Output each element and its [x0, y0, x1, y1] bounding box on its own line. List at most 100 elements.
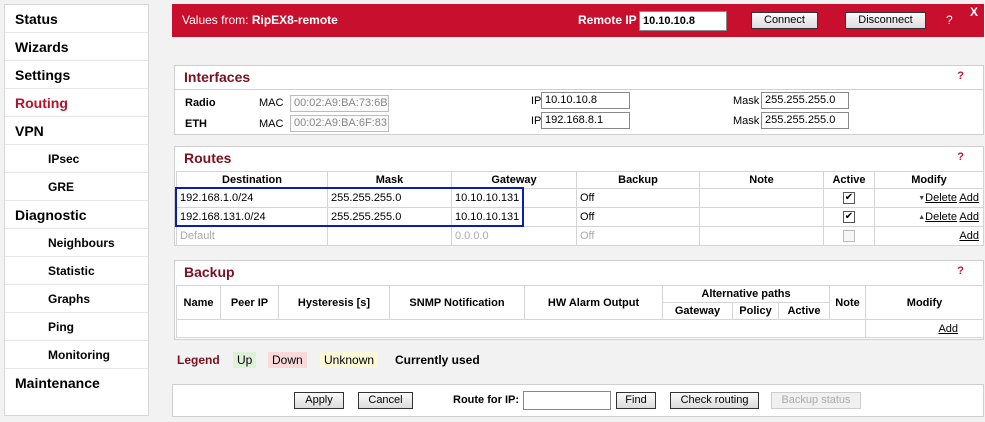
default-mask	[327, 226, 452, 246]
eth-ip-field[interactable]: 192.168.8.1	[541, 112, 630, 129]
eth-mac-label: MAC	[259, 118, 284, 130]
route-mask[interactable]: 255.255.255.0	[327, 207, 452, 227]
col-backup[interactable]: Backup	[576, 171, 700, 189]
table-row[interactable]: 192.168.1.0/24 255.255.255.0 10.10.10.13…	[176, 188, 984, 208]
active-checkbox[interactable]: ✔	[843, 192, 855, 205]
radio-mac-field: 00:02:A9:BA:73:6B	[290, 95, 389, 112]
col-mask[interactable]: Mask	[327, 171, 452, 189]
nav-graphs[interactable]: Graphs	[5, 285, 148, 313]
eth-mask-field[interactable]: 255.255.255.0	[761, 112, 849, 129]
nav-gre[interactable]: GRE	[5, 173, 148, 201]
nav-ipsec[interactable]: IPsec	[5, 145, 148, 173]
route-active-cell: ✔	[823, 188, 875, 208]
nav-vpn[interactable]: VPN	[5, 117, 148, 145]
radio-ip-field[interactable]: 10.10.10.8	[541, 92, 630, 109]
routes-header-row: Destination Mask Gateway Backup Note Act…	[176, 171, 984, 189]
col-destination[interactable]: Destination	[176, 171, 328, 189]
routes-help-icon[interactable]: ?	[957, 151, 964, 163]
check-routing-button[interactable]: Check routing	[670, 392, 759, 409]
remote-connection-bar: Values from: RipEX8-remote Remote IP Con…	[172, 4, 984, 37]
radio-mask-label: Mask	[733, 95, 760, 107]
nav-maintenance[interactable]: Maintenance	[5, 369, 148, 397]
route-destination[interactable]: 192.168.131.0/24	[176, 207, 328, 227]
default-route-row[interactable]: Default 0.0.0.0 Off Add	[176, 226, 984, 246]
col-active[interactable]: Active	[823, 171, 875, 189]
interfaces-help-icon[interactable]: ?	[957, 70, 964, 82]
route-gateway[interactable]: 10.10.10.131	[451, 188, 577, 208]
route-destination[interactable]: 192.168.1.0/24	[176, 188, 328, 208]
nav-statistic[interactable]: Statistic	[5, 257, 148, 285]
close-icon[interactable]: X	[970, 5, 978, 19]
route-mask[interactable]: 255.255.255.0	[327, 188, 452, 208]
routes-table: Destination Mask Gateway Backup Note Act…	[176, 171, 984, 246]
interfaces-title: Interfaces	[184, 69, 251, 85]
nav-ping[interactable]: Ping	[5, 313, 148, 341]
interfaces-panel: Interfaces ? Radio MAC 00:02:A9:BA:73:6B…	[174, 65, 984, 135]
backup-header-row: Name Peer IP Hysteresis [s] SNMP Notific…	[176, 285, 985, 320]
route-gateway[interactable]: 10.10.10.131	[451, 207, 577, 227]
values-from-text: Values from: RipEX8-remote	[182, 13, 338, 27]
route-for-ip-input[interactable]	[523, 391, 611, 410]
find-button[interactable]: Find	[616, 392, 656, 409]
remote-ip-input[interactable]	[639, 11, 727, 31]
backup-panel: Backup ? Name Peer IP Hysteresis [s] SNM…	[174, 260, 985, 340]
route-note[interactable]	[699, 188, 824, 208]
col-hysteresis: Hysteresis [s]	[278, 285, 390, 320]
col-alternative-paths: Alternative paths	[661, 285, 831, 303]
backup-status-button: Backup status	[771, 392, 861, 409]
col-note: Note	[829, 285, 867, 320]
backup-modify-cell: Add	[865, 319, 985, 338]
nav-diagnostic[interactable]: Diagnostic	[5, 201, 148, 229]
remote-ip-label: Remote IP	[578, 13, 637, 27]
add-link[interactable]: Add	[959, 192, 979, 204]
move-up-icon[interactable]: ▲	[917, 214, 925, 221]
nav-settings[interactable]: Settings	[5, 61, 148, 89]
default-gateway[interactable]: 0.0.0.0	[451, 226, 577, 246]
nav-monitoring[interactable]: Monitoring	[5, 341, 148, 369]
divider	[175, 89, 983, 90]
values-from-label: Values from:	[182, 13, 252, 27]
backup-help-icon[interactable]: ?	[957, 265, 964, 277]
nav-routing[interactable]: Routing	[5, 89, 148, 117]
route-active-cell: ✔	[823, 207, 875, 227]
nav-status[interactable]: Status	[5, 5, 148, 33]
eth-ip-label: IP	[531, 115, 542, 127]
cancel-button[interactable]: Cancel	[358, 392, 413, 409]
radio-mask-field[interactable]: 255.255.255.0	[761, 92, 849, 109]
table-row[interactable]: 192.168.131.0/24 255.255.255.0 10.10.10.…	[176, 207, 984, 227]
active-checkbox[interactable]: ✔	[843, 211, 855, 224]
delete-link[interactable]: Delete	[925, 192, 957, 204]
legend-currently-used: Currently used	[395, 353, 480, 367]
nav-neighbours[interactable]: Neighbours	[5, 229, 148, 257]
legend-up: Up	[233, 352, 257, 368]
add-link[interactable]: Add	[959, 211, 979, 223]
add-link[interactable]: Add	[938, 323, 958, 335]
move-down-icon[interactable]: ▼	[917, 195, 925, 202]
default-backup[interactable]: Off	[576, 226, 700, 246]
connect-button[interactable]: Connect	[751, 12, 818, 29]
route-backup[interactable]: Off	[576, 207, 700, 227]
action-bar: Apply Cancel Route for IP: Find Check ro…	[172, 384, 984, 417]
col-note[interactable]: Note	[699, 171, 824, 189]
radio-mac-label: MAC	[259, 97, 284, 109]
add-link[interactable]: Add	[959, 230, 979, 242]
default-active-checkbox	[843, 230, 855, 243]
col-snmp-notification: SNMP Notification	[389, 285, 525, 320]
col-active: Active	[777, 302, 831, 320]
disconnect-button[interactable]: Disconnect	[845, 12, 926, 29]
nav-wizards[interactable]: Wizards	[5, 33, 148, 61]
apply-button[interactable]: Apply	[294, 392, 344, 409]
delete-link[interactable]: Delete	[925, 211, 957, 223]
routes-title: Routes	[184, 150, 232, 166]
radio-ip-label: IP	[531, 95, 542, 107]
col-gateway[interactable]: Gateway	[451, 171, 577, 189]
help-icon[interactable]: ?	[946, 13, 953, 27]
col-gateway: Gateway	[662, 302, 733, 320]
col-name: Name	[176, 285, 221, 320]
sidebar-nav: Status Wizards Settings Routing VPN IPse…	[4, 4, 149, 416]
route-note[interactable]	[699, 207, 824, 227]
route-backup[interactable]: Off	[576, 188, 700, 208]
remote-unit-name: RipEX8-remote	[251, 13, 338, 27]
route-modify-cell: ▲Delete Add	[874, 207, 984, 227]
backup-title: Backup	[184, 264, 235, 280]
